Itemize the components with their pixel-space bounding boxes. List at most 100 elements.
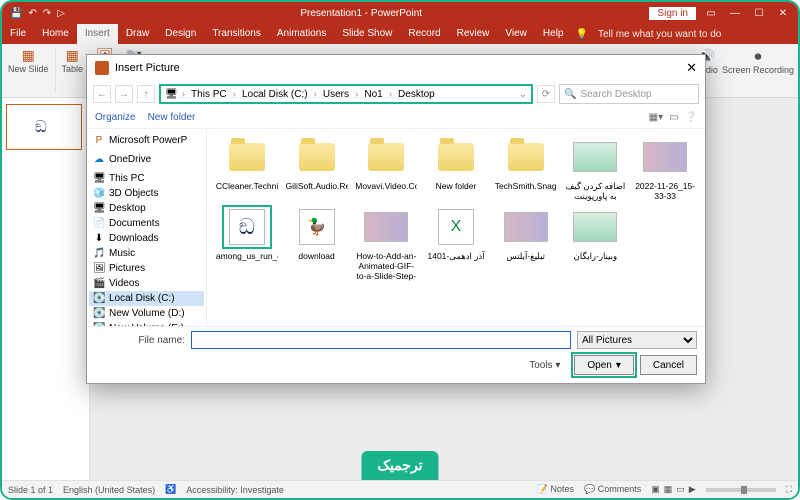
filename-label: File name:: [95, 335, 185, 346]
file-item[interactable]: 2022-11-26_15-33-33: [631, 135, 699, 201]
nav-downloads[interactable]: ⬇Downloads: [89, 231, 204, 246]
tab-review[interactable]: Review: [449, 24, 498, 44]
slideshow-view-icon[interactable]: ▶: [689, 484, 696, 495]
tab-home[interactable]: Home: [34, 24, 77, 44]
file-item[interactable]: GiliSoft.Audio.Recorder.Pro.11.3.Portabl…: [283, 135, 351, 201]
nav-videos[interactable]: 🎬Videos: [89, 276, 204, 291]
file-item[interactable]: How-to-Add-an-Animated-GIF-to-a-Slide-St…: [352, 205, 420, 281]
tab-record[interactable]: Record: [400, 24, 448, 44]
screen-rec-icon: ⏺: [754, 48, 761, 65]
dialog-close-button[interactable]: ✕: [686, 60, 697, 76]
screen-recording-button[interactable]: ⏺Screen Recording: [722, 48, 794, 75]
tab-help[interactable]: Help: [535, 24, 572, 44]
fit-icon[interactable]: ⛶: [786, 484, 792, 495]
tell-me-input[interactable]: Tell me what you want to do: [598, 29, 721, 40]
slide-thumb-1[interactable]: ඞ: [6, 104, 82, 150]
dialog-icon: [95, 61, 109, 75]
close-icon[interactable]: ✕: [774, 8, 792, 19]
ribbon-tabs: File Home Insert Draw Design Transitions…: [2, 24, 798, 44]
chevron-down-icon[interactable]: ⌄: [519, 89, 527, 100]
file-item[interactable]: New folder: [422, 135, 490, 201]
comments-button[interactable]: 💬 Comments: [584, 484, 641, 495]
help-icon[interactable]: ❔: [685, 112, 697, 123]
redo-icon[interactable]: ↷: [43, 8, 51, 19]
breadcrumb[interactable]: 🖥› This PC› Local Disk (C:)› Users› No1›…: [159, 84, 533, 104]
nav-onedrive[interactable]: ☁OneDrive: [89, 152, 204, 167]
table-button[interactable]: ▦ Table: [56, 44, 90, 97]
nav-pictures[interactable]: 🖼Pictures: [89, 261, 204, 276]
filename-input[interactable]: [191, 331, 571, 349]
window-title: Presentation1 - PowerPoint: [73, 8, 649, 19]
language-indicator[interactable]: English (United States): [63, 485, 155, 495]
file-item[interactable]: تبلیغ-آیلتس: [492, 205, 560, 281]
filter-select[interactable]: All Pictures: [577, 331, 697, 349]
tab-slideshow[interactable]: Slide Show: [334, 24, 400, 44]
nav-drive-c[interactable]: 💽Local Disk (C:): [89, 291, 204, 306]
tools-menu[interactable]: Tools ▾: [529, 360, 560, 371]
tab-insert[interactable]: Insert: [77, 24, 118, 44]
reading-view-icon[interactable]: ▭: [676, 484, 685, 495]
file-item[interactable]: Xآذر ادهمی-1401: [422, 205, 490, 281]
dialog-title: Insert Picture: [115, 62, 180, 74]
nav-3dobjects[interactable]: 🧊3D Objects: [89, 186, 204, 201]
search-input[interactable]: 🔍 Search Desktop: [559, 84, 699, 104]
notes-button[interactable]: 📝 Notes: [537, 484, 574, 495]
file-item[interactable]: 🦆download: [283, 205, 351, 281]
slide-indicator: Slide 1 of 1: [8, 485, 53, 495]
new-slide-button[interactable]: ▦ New Slide: [2, 44, 55, 97]
accessibility-icon: ♿: [165, 484, 176, 495]
tab-transitions[interactable]: Transitions: [204, 24, 269, 44]
tab-view[interactable]: View: [497, 24, 535, 44]
back-button[interactable]: ←: [93, 85, 111, 103]
insert-picture-dialog: Insert Picture ✕ ← → ↑ 🖥› This PC› Local…: [86, 54, 706, 384]
undo-icon[interactable]: ↶: [28, 8, 36, 19]
sign-in-button[interactable]: Sign in: [649, 7, 696, 20]
nav-documents[interactable]: 📄Documents: [89, 216, 204, 231]
forward-button[interactable]: →: [115, 85, 133, 103]
normal-view-icon[interactable]: ▣: [651, 484, 660, 495]
chevron-down-icon: ▾: [616, 360, 621, 371]
file-item[interactable]: Movavi.Video.Converter.22.3.0.Portable: [352, 135, 420, 201]
watermark-brand: ترجمیک: [361, 451, 438, 480]
maximize-icon[interactable]: ☐: [750, 8, 768, 19]
tab-draw[interactable]: Draw: [118, 24, 157, 44]
tab-design[interactable]: Design: [157, 24, 204, 44]
open-button[interactable]: Open▾: [574, 355, 634, 375]
minimize-icon[interactable]: —: [726, 8, 744, 19]
file-item[interactable]: اضافه کردن گیف به پاورپوینت: [562, 135, 630, 201]
preview-pane-icon[interactable]: ▭: [669, 112, 678, 123]
file-item[interactable]: CCleaner.Technician.6.05.10110.Portable: [213, 135, 281, 201]
save-icon[interactable]: 💾: [10, 8, 22, 19]
nav-drive-d[interactable]: 💽New Volume (D:): [89, 306, 204, 321]
file-list: CCleaner.Technician.6.05.10110.PortableG…: [207, 129, 705, 326]
file-item[interactable]: ඞamong_us_run_dribbble: [213, 205, 281, 281]
accessibility-status[interactable]: Accessibility: Investigate: [186, 485, 284, 495]
nav-powerpoint[interactable]: PMicrosoft PowerP: [89, 133, 204, 148]
status-bar: Slide 1 of 1 English (United States) ♿ A…: [2, 480, 798, 498]
file-item[interactable]: TechSmith.SnagIt.2020.1.3.6046.Portable.…: [492, 135, 560, 201]
sorter-view-icon[interactable]: ▦: [664, 484, 673, 495]
zoom-slider[interactable]: [706, 488, 776, 492]
tell-me-icon: 💡: [575, 29, 587, 40]
pc-icon: 🖥: [165, 89, 178, 100]
tab-file[interactable]: File: [2, 24, 34, 44]
start-icon[interactable]: ▷: [57, 8, 65, 19]
up-button[interactable]: ↑: [137, 85, 155, 103]
view-menu-icon[interactable]: ▦▾: [649, 112, 663, 123]
among-us-icon: ඞ: [35, 119, 47, 137]
organize-menu[interactable]: Organize: [95, 112, 136, 123]
title-bar: 💾 ↶ ↷ ▷ Presentation1 - PowerPoint Sign …: [2, 2, 798, 24]
refresh-button[interactable]: ⟳: [537, 85, 555, 103]
quick-access-toolbar: 💾 ↶ ↷ ▷: [2, 8, 73, 19]
nav-music[interactable]: 🎵Music: [89, 246, 204, 261]
cancel-button[interactable]: Cancel: [640, 355, 697, 375]
new-folder-button[interactable]: New folder: [148, 112, 196, 123]
search-icon: 🔍: [564, 89, 576, 100]
file-item[interactable]: وبینار-رایگان: [562, 205, 630, 281]
tab-animations[interactable]: Animations: [269, 24, 334, 44]
ribbon-options-icon[interactable]: ▭: [702, 8, 720, 19]
nav-thispc[interactable]: 🖥This PC: [89, 171, 204, 186]
slide-thumbnails: ඞ: [2, 98, 90, 480]
nav-desktop[interactable]: 🖥Desktop: [89, 201, 204, 216]
nav-pane: PMicrosoft PowerP ☁OneDrive 🖥This PC 🧊3D…: [87, 129, 207, 326]
